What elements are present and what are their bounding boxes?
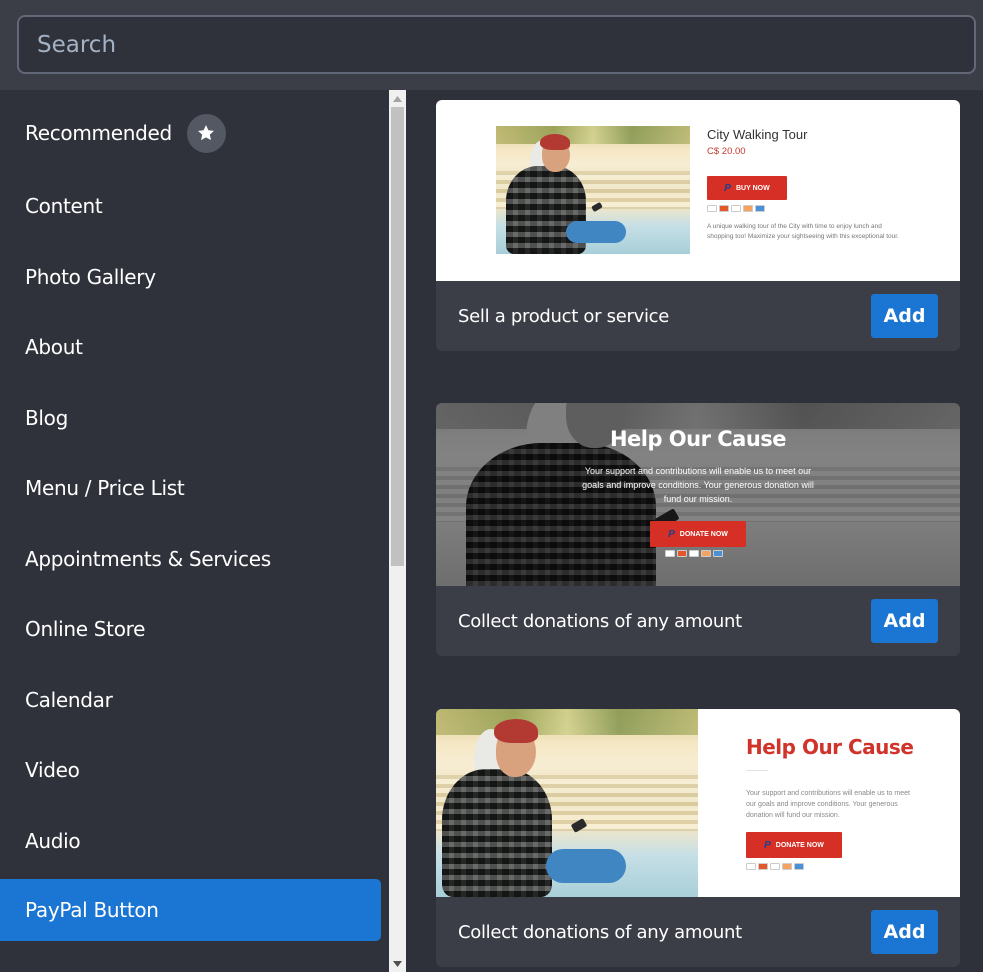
search-input[interactable] — [19, 17, 974, 72]
sidebar-item-online-store[interactable]: Online Store — [0, 598, 381, 660]
scroll-up-arrow-icon[interactable] — [389, 90, 406, 107]
sidebar-item-label: Calendar — [25, 688, 113, 712]
payment-methods-icons — [707, 205, 765, 212]
payment-methods-icons — [665, 550, 723, 557]
add-button[interactable]: Add — [871, 294, 938, 338]
sidebar-item-label: Recommended — [25, 121, 172, 145]
card-description: Sell a product or service — [458, 305, 670, 327]
card-footer: Sell a product or service Add — [436, 281, 960, 351]
sidebar-item-label: PayPal Button — [25, 898, 159, 922]
sidebar-item-label: About — [25, 335, 83, 359]
sidebar-item-label: Photo Gallery — [25, 265, 156, 289]
donate-now-preview-button: P DONATE NOW — [650, 521, 746, 547]
amex-icon — [755, 205, 765, 212]
sidebar-item-label: Menu / Price List — [25, 476, 185, 500]
scrollbar-thumb[interactable] — [391, 107, 404, 566]
visa-icon — [689, 550, 699, 557]
mastercard-icon — [677, 550, 687, 557]
amex-icon — [713, 550, 723, 557]
product-title: City Walking Tour — [707, 127, 808, 142]
scroll-down-arrow-icon[interactable] — [389, 955, 406, 972]
sidebar-item-label: Blog — [25, 406, 69, 430]
search-box[interactable] — [17, 15, 976, 74]
add-button[interactable]: Add — [871, 599, 938, 643]
buy-now-preview-button: P BUY NOW — [707, 176, 787, 200]
cause-title: Help Our Cause — [746, 735, 914, 759]
sidebar-item-label: Online Store — [25, 617, 146, 641]
card-preview: City Walking Tour C$ 20.00 P BUY NOW A u… — [436, 100, 960, 281]
product-photo — [496, 126, 690, 254]
card-preview: Help Our Cause Your support and contribu… — [436, 709, 960, 897]
widget-card-sell-product[interactable]: City Walking Tour C$ 20.00 P BUY NOW A u… — [436, 100, 960, 351]
payment-methods-icons — [746, 863, 804, 870]
card-footer: Collect donations of any amount Add — [436, 586, 960, 656]
add-button[interactable]: Add — [871, 910, 938, 954]
top-bar — [0, 0, 983, 90]
visa-icon — [770, 863, 780, 870]
title-divider — [746, 770, 768, 771]
sidebar-item-audio[interactable]: Audio — [0, 810, 381, 872]
sidebar-item-content[interactable]: Content — [0, 175, 381, 237]
sidebar-item-label: Appointments & Services — [25, 547, 271, 571]
sidebar-item-label: Audio — [25, 829, 81, 853]
card-preview: Help Our Cause Your support and contribu… — [436, 403, 960, 586]
cause-text: Your support and contributions will enab… — [582, 466, 814, 504]
paypal-logo-icon: P — [668, 528, 675, 540]
card-footer: Collect donations of any amount Add — [436, 897, 960, 967]
mastercard-icon — [719, 205, 729, 212]
sidebar-item-label: Video — [25, 758, 80, 782]
sidebar-item-blog[interactable]: Blog — [0, 387, 381, 449]
paypal-card-icon — [665, 550, 675, 557]
sidebar-item-calendar[interactable]: Calendar — [0, 669, 381, 731]
visa-icon — [731, 205, 741, 212]
discover-icon — [782, 863, 792, 870]
sidebar-item-video[interactable]: Video — [0, 739, 381, 801]
sidebar-item-label: Content — [25, 194, 103, 218]
sidebar-scrollbar[interactable] — [389, 90, 406, 972]
cause-text: Your support and contributions will enab… — [746, 790, 910, 819]
star-icon — [186, 113, 226, 153]
card-description: Collect donations of any amount — [458, 921, 742, 943]
product-description: A unique walking tour of the City with t… — [707, 223, 899, 240]
paypal-card-icon — [746, 863, 756, 870]
sidebar-item-appointments[interactable]: Appointments & Services — [0, 528, 381, 590]
discover-icon — [743, 205, 753, 212]
sidebar-item-paypal-button[interactable]: PayPal Button — [0, 879, 381, 941]
donation-photo — [436, 709, 698, 897]
widget-list: City Walking Tour C$ 20.00 P BUY NOW A u… — [406, 90, 983, 972]
cause-title: Help Our Cause — [609, 427, 787, 451]
paypal-logo-icon: P — [764, 839, 771, 851]
product-price: C$ 20.00 — [707, 146, 746, 157]
widget-card-donation-overlay[interactable]: Help Our Cause Your support and contribu… — [436, 403, 960, 656]
sidebar-item-recommended[interactable]: Recommended — [0, 102, 381, 164]
donate-now-preview-button: P DONATE NOW — [746, 832, 842, 858]
discover-icon — [701, 550, 711, 557]
category-sidebar: Recommended Content Photo Gallery About … — [0, 90, 389, 972]
card-description: Collect donations of any amount — [458, 610, 742, 632]
amex-icon — [794, 863, 804, 870]
mastercard-icon — [758, 863, 768, 870]
widget-card-donation-split[interactable]: Help Our Cause Your support and contribu… — [436, 709, 960, 967]
sidebar-item-menu-price-list[interactable]: Menu / Price List — [0, 457, 381, 519]
paypal-card-icon — [707, 205, 717, 212]
sidebar-item-about[interactable]: About — [0, 316, 381, 378]
sidebar-item-photo-gallery[interactable]: Photo Gallery — [0, 246, 381, 308]
paypal-logo-icon: P — [724, 182, 731, 194]
